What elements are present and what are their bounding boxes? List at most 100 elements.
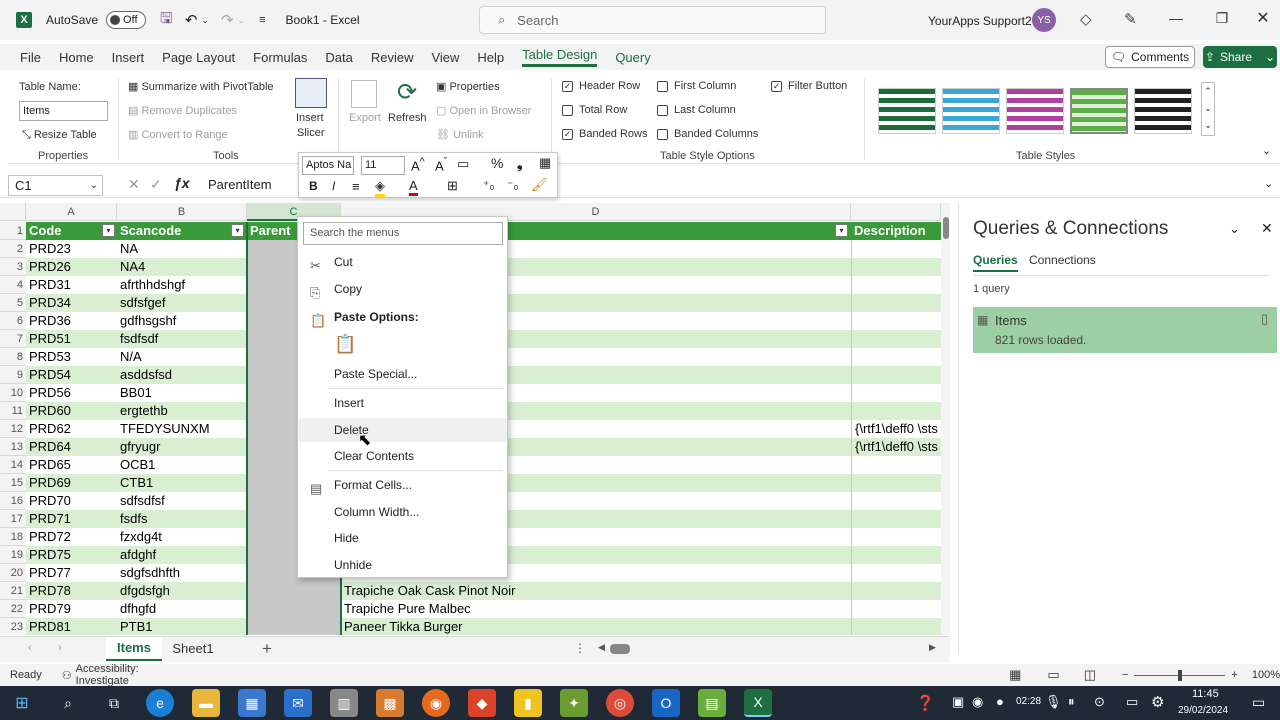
ctx-format-cells[interactable]: ▤ Format Cells... xyxy=(298,473,507,497)
cell-description[interactable] xyxy=(851,528,941,546)
cell-description[interactable]: {\rtf1\deff0 \sts xyxy=(851,438,941,456)
align-icon[interactable]: ≡ xyxy=(352,179,360,194)
cell-code[interactable]: PRD26 xyxy=(26,258,117,276)
row-header[interactable]: 13 xyxy=(0,438,26,456)
row-header[interactable]: 8 xyxy=(0,348,26,366)
tab-queries[interactable]: Queries xyxy=(973,253,1018,272)
remove-duplicates-button[interactable]: ▤ Remove Duplicates xyxy=(128,104,237,117)
customize-qat-icon[interactable]: ≡ xyxy=(259,14,265,26)
table-name-input[interactable]: Items xyxy=(19,101,108,121)
tab-split-handle-icon[interactable]: ⋮ xyxy=(574,641,586,655)
mail-icon[interactable]: ✉ xyxy=(284,689,312,717)
cell-description[interactable] xyxy=(851,330,941,348)
cell-description[interactable] xyxy=(851,564,941,582)
row-header[interactable]: 6 xyxy=(0,312,26,330)
fill-color-icon[interactable]: ◈ xyxy=(375,178,385,197)
cell-scancode[interactable]: fzxdg4t xyxy=(117,528,247,546)
cell-scancode[interactable]: sdfsdfsf xyxy=(117,492,247,510)
outlook-icon[interactable]: O xyxy=(652,689,680,717)
maximize-button[interactable]: ❐ xyxy=(1199,10,1245,27)
close-pane-icon[interactable]: ✕ xyxy=(1261,220,1273,237)
store-icon[interactable]: ▦ xyxy=(238,689,266,717)
ctx-unhide[interactable]: Unhide xyxy=(298,553,507,577)
row-header[interactable]: 23 xyxy=(0,618,26,635)
undo-dropdown-icon[interactable]: ⌄ xyxy=(201,15,209,26)
query-item-items[interactable]: ▦ Items 821 rows loaded. ▯ xyxy=(973,307,1277,353)
filter-button-checkbox[interactable]: ✓ Filter Button xyxy=(771,80,847,92)
resize-table-button[interactable]: ⤡ Resize Table xyxy=(22,129,97,142)
cell-code[interactable]: PRD81 xyxy=(26,618,117,635)
cell-code[interactable]: PRD69 xyxy=(26,474,117,492)
header-row-checkbox[interactable]: ✓ Header Row xyxy=(562,80,640,92)
query-edit-icon[interactable]: ▯ xyxy=(1261,311,1268,327)
cell-scancode[interactable]: BB01 xyxy=(117,384,247,402)
cell-parent-selected[interactable] xyxy=(247,600,341,618)
collapse-ribbon-icon[interactable]: ⌄ xyxy=(1262,144,1271,157)
export-button[interactable]: Export xyxy=(349,112,381,124)
column-header-blank[interactable] xyxy=(851,203,941,221)
windows-start-icon[interactable]: ⊞ xyxy=(8,689,36,717)
refresh-button[interactable]: Refresh xyxy=(388,112,427,124)
cell-scancode[interactable]: sdgfsdhfth xyxy=(117,564,247,582)
row-header[interactable]: 17 xyxy=(0,510,26,528)
cell-description[interactable] xyxy=(851,600,941,618)
ctx-column-width[interactable]: Column Width... xyxy=(298,500,507,524)
menu-page-layout[interactable]: Page Layout xyxy=(162,50,235,65)
cell-description[interactable] xyxy=(851,366,941,384)
cell-scancode[interactable]: TFEDYSUNXM xyxy=(117,420,247,438)
stop-icon[interactable]: ⊙ xyxy=(1094,694,1105,710)
zoom-slider[interactable] xyxy=(1134,669,1226,681)
font-size-box[interactable]: 11 xyxy=(361,156,405,175)
cell-scancode[interactable]: PTB1 xyxy=(117,618,247,635)
cell-code[interactable]: PRD79 xyxy=(26,600,117,618)
diamond-icon[interactable]: ◇ xyxy=(1080,10,1092,28)
tab-connections[interactable]: Connections xyxy=(1029,253,1096,267)
paste-values-icon[interactable]: 📋 xyxy=(334,334,356,358)
menu-insert[interactable]: Insert xyxy=(112,50,145,65)
insert-slicer-label-2[interactable]: Slicer xyxy=(297,127,325,139)
cell-scancode[interactable]: sdfsfgef xyxy=(117,294,247,312)
close-button[interactable]: ✕ xyxy=(1240,8,1280,28)
cell-item-name[interactable]: Trapiche Oak Cask Pinot Noir xyxy=(341,582,851,600)
properties-button[interactable]: ▣ Properties xyxy=(436,80,500,93)
cell-scancode[interactable]: gdfhsgshf xyxy=(117,312,247,330)
vertical-scrollbar[interactable] xyxy=(941,203,950,635)
cell-description[interactable] xyxy=(851,582,941,600)
help-tray-icon[interactable]: ❓ xyxy=(916,694,935,712)
number-format-icon[interactable]: ▭ xyxy=(457,156,469,172)
unlink-button[interactable]: ⛓ Unlink xyxy=(436,128,484,141)
insert-function-icon[interactable]: ƒx xyxy=(174,175,190,191)
comments-button[interactable]: 🗨 Comments xyxy=(1105,46,1195,68)
menu-formulas[interactable]: Formulas xyxy=(253,50,307,65)
ctx-copy[interactable]: ⎘ Copy xyxy=(298,277,507,301)
app-red-icon[interactable]: ◆ xyxy=(468,689,496,717)
cell-code[interactable]: PRD60 xyxy=(26,402,117,420)
menu-query[interactable]: Query xyxy=(615,50,650,65)
normal-view-icon[interactable]: ▦ xyxy=(1009,667,1021,683)
menu-help[interactable]: Help xyxy=(477,50,504,65)
filter-button-name-icon[interactable]: ▾ xyxy=(835,224,848,237)
format-table-icon[interactable]: ▦ xyxy=(539,155,551,171)
table-style-green-dark[interactable] xyxy=(878,88,936,134)
cell-scancode[interactable]: fsdfsdf xyxy=(117,330,247,348)
cell-scancode[interactable]: N/A xyxy=(117,348,247,366)
scroll-left-icon[interactable]: ◀ xyxy=(598,642,605,653)
excel-taskbar-icon[interactable]: X xyxy=(744,689,772,717)
cell-code[interactable]: PRD54 xyxy=(26,366,117,384)
page-layout-view-icon[interactable]: ▭ xyxy=(1047,667,1059,683)
microphone-icon[interactable]: 🎙 xyxy=(1045,694,1062,710)
row-header[interactable]: 2 xyxy=(0,240,26,258)
cell-code[interactable]: PRD23 xyxy=(26,240,117,258)
confirm-formula-icon[interactable]: ✓ xyxy=(150,176,162,193)
row-header[interactable]: 9 xyxy=(0,366,26,384)
menu-table-design[interactable]: Table Design xyxy=(522,47,598,67)
convert-to-range-button[interactable]: ▥ Convert to Range xyxy=(128,128,228,141)
font-name-box[interactable]: Aptos Na xyxy=(302,156,354,175)
row-header[interactable]: 4 xyxy=(0,276,26,294)
taskbar-search-icon[interactable]: ⌕ xyxy=(54,689,82,717)
cell-code[interactable]: PRD64 xyxy=(26,438,117,456)
bold-icon[interactable]: B xyxy=(309,179,318,193)
cell-code[interactable]: PRD65 xyxy=(26,456,117,474)
cell-scancode[interactable]: afrthhdshgf xyxy=(117,276,247,294)
menu-search-input[interactable]: Search the menus xyxy=(303,222,503,245)
